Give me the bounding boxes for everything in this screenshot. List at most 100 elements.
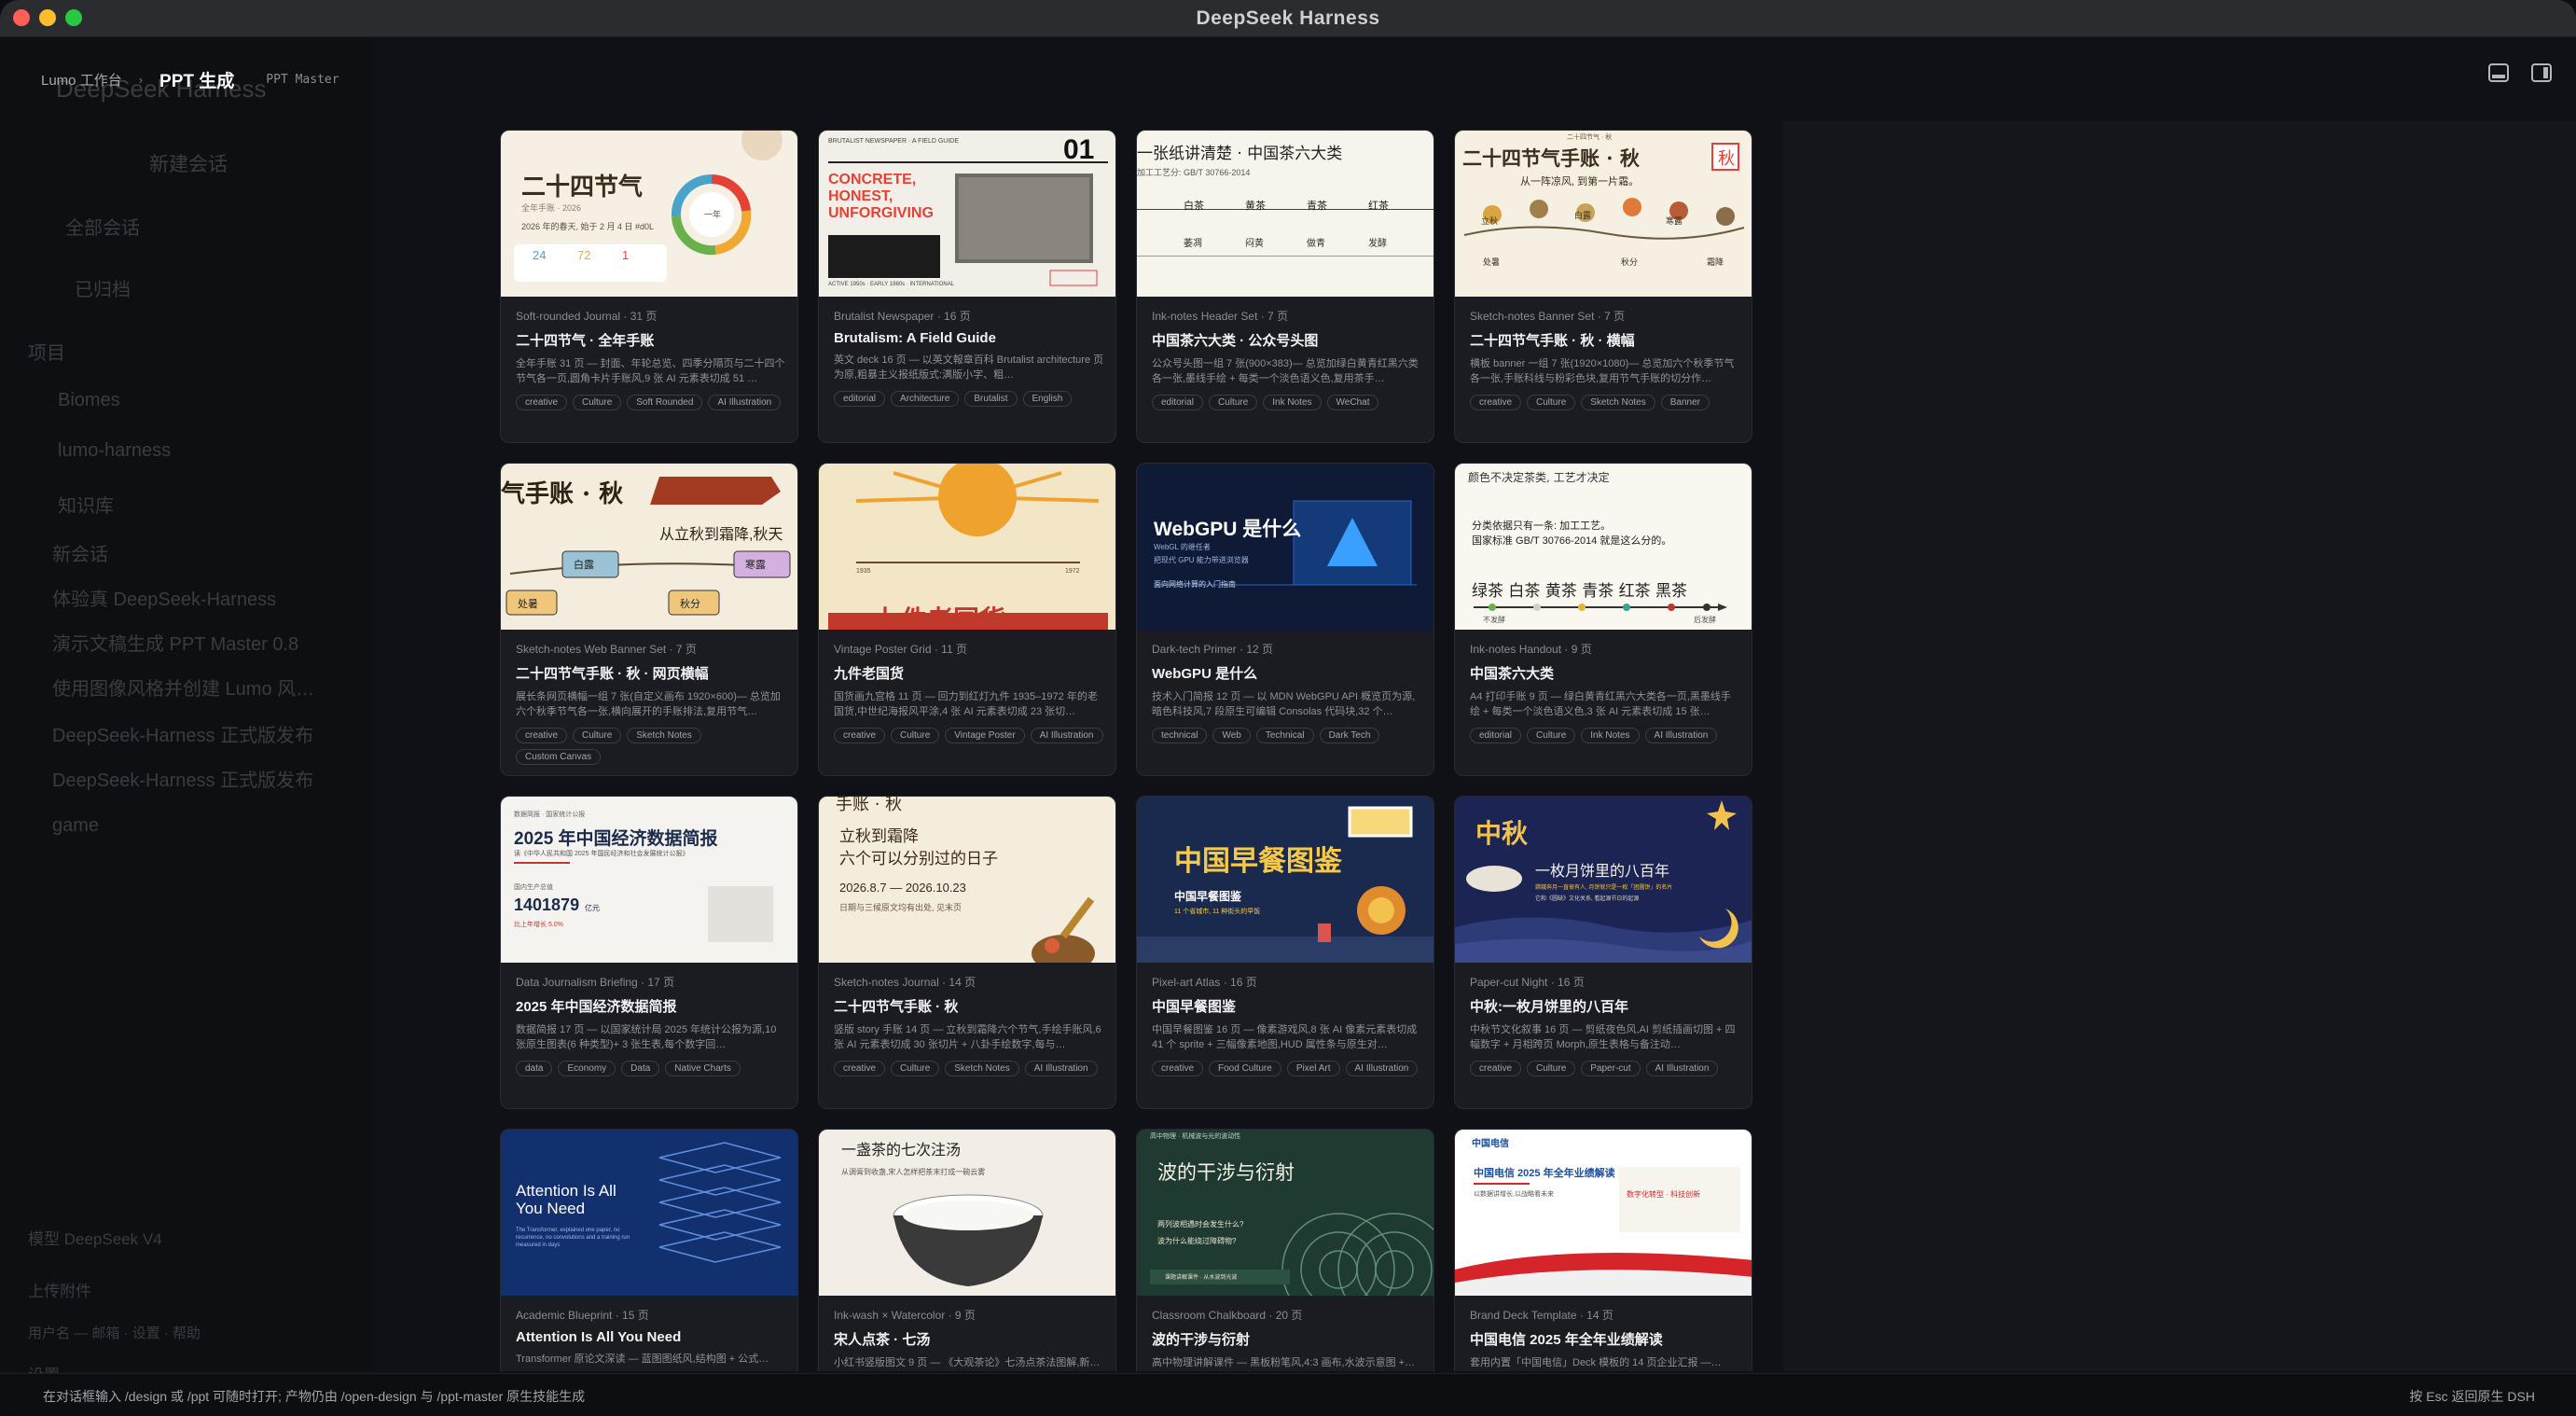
card-thumbnail: 中国早餐图鉴 中国早餐图鉴 11 个省城市, 11 种街头的早饭: [1137, 797, 1433, 963]
zoom-window-button[interactable]: [65, 9, 82, 26]
template-card[interactable]: 颜色不决定茶类, 工艺才决定 分类依据只有一条: 加工工艺。 国家标准 GB/T…: [1454, 463, 1752, 776]
card-title: 宋人点茶 · 七汤: [834, 1332, 931, 1348]
card-description: 高中物理讲解课件 — 黑板粉笔风,4:3 画布,水波示意图 +…: [1152, 1357, 1416, 1368]
card-tag: Architecture: [891, 391, 960, 407]
background-right-panel: [1783, 121, 2576, 1371]
thumb-cell: 萎凋: [1184, 239, 1202, 249]
card-subtitle: Sketch-notes Banner Set · 7 页: [1470, 310, 1626, 323]
card-tag: Economy: [558, 1061, 616, 1076]
card-thumbnail: Attention Is All You Need The Transforme…: [501, 1130, 797, 1296]
card-subtitle: Ink-notes Handout · 9 页: [1470, 643, 1592, 656]
template-card[interactable]: 高中物理 · 机械波与光的波动性 波的干涉与衍射 两列波相遇时会发生什么? 波为…: [1136, 1129, 1434, 1371]
status-bar: 在对话框输入 /design 或 /ppt 可随时打开; 产物仍由 /open-…: [0, 1373, 2576, 1416]
card-tag: Pixel Art: [1286, 1061, 1340, 1076]
thumb-line: 六个可以分别过的日子: [839, 850, 998, 868]
template-gallery: 二十四节气 全年手账 · 2026 2026 年的春天, 始于 2 月 4 日 …: [498, 129, 1753, 1371]
background-sidebar: [0, 37, 373, 1371]
card-thumbnail: 中秋 一枚月饼里的八百年 嫦娥奔月一直很有人, 月饼就只是一枚「团圆饼」的名片 …: [1455, 797, 1752, 963]
card-title: 中秋:一枚月饼里的八百年: [1470, 999, 1628, 1015]
card-subtitle: Ink-wash × Watercolor · 9 页: [834, 1309, 976, 1322]
card-description: 数据简报 17 页 — 以国家统计局 2025 年统计公报为源,10 张原生图表…: [516, 1024, 777, 1050]
card-title: Brutalism: A Field Guide: [834, 330, 996, 346]
app-window: DeepSeek Harness DeepSeek Harness 新建会话 全…: [0, 0, 2576, 1416]
card-description: 国货画九宫格 11 页 — 回力到红灯九件 1935–1972 年的老国货,中世…: [834, 691, 1098, 717]
card-tag: Culture: [1527, 395, 1576, 410]
card-tag: Web: [1212, 728, 1251, 743]
thumb-n1: 24: [533, 248, 547, 262]
title-bar: DeepSeek Harness: [0, 0, 2576, 37]
template-card[interactable]: 二十四节气 · 秋 二十四节气手账 · 秋 秋 从一阵凉风, 到第一片霜。 立秋…: [1454, 130, 1752, 443]
card-tag: Custom Canvas: [516, 749, 602, 765]
esc-hint[interactable]: 按 Esc 返回原生 DSH: [2409, 1387, 2535, 1406]
thumb-col: 青茶: [1307, 201, 1327, 212]
template-card[interactable]: WebGPU 是什么 WebGL 的继任者 把现代 GPU 能力带进浏览器 面向…: [1136, 463, 1434, 776]
thumb-kicker: BRUTALIST NEWSPAPER · A FIELD GUIDE: [828, 138, 960, 145]
thumb-sub: 全年手账 · 2026: [521, 203, 582, 213]
template-card[interactable]: 数据简报 · 国家统计公报 2025 年中国经济数据简报 读《中华人民共和国 2…: [500, 796, 798, 1109]
thumb-unit: 亿元: [585, 904, 600, 912]
breadcrumb-tag: PPT Master: [266, 73, 339, 87]
thumb-head: Attention Is All You Need: [516, 1182, 616, 1217]
template-card[interactable]: 一张纸讲清楚 · 中国茶六大类 加工工艺分: GB/T 30766-2014 白…: [1136, 130, 1434, 443]
card-tag: technical: [1152, 728, 1208, 743]
template-card[interactable]: 手账 · 秋 立秋到霜降 六个可以分别过的日子 2026.8.7 — 2026.…: [818, 796, 1116, 1109]
bg-item: 项目: [28, 343, 65, 364]
card-title: 中国茶六大类 · 公众号头图: [1152, 333, 1319, 349]
card-description: 全年手账 31 页 — 封面、年轮总览、四季分隔页与二十四个节气各一页,圆角卡片…: [516, 358, 785, 384]
card-tag: Culture: [1527, 728, 1576, 743]
card-tag: Culture: [1209, 395, 1258, 410]
right-panel-toggle-icon[interactable]: [2531, 63, 2552, 82]
template-card[interactable]: 一盏茶的七次注汤 从调膏到收盏,宋人怎样把茶末打成一碗云雾 Ink-wash ×…: [818, 1129, 1116, 1371]
template-card[interactable]: BRUTALIST NEWSPAPER · A FIELD GUIDE 01 C…: [818, 130, 1116, 443]
template-card[interactable]: 九件老国货 1935 1972 Vintage Poster Grid · 11…: [818, 463, 1116, 776]
thumb-item: 白露: [1574, 211, 1592, 220]
card-description: 中国早餐图鉴 16 页 — 像素游戏风,8 张 AI 像素元素表切成 41 个 …: [1152, 1024, 1418, 1050]
card-subtitle: Soft-rounded Journal · 31 页: [516, 310, 658, 323]
thumb-sub: 中国早餐图鉴: [1174, 890, 1242, 903]
card-tag: Culture: [1527, 1061, 1576, 1076]
card-description: 套用内置「中国电信」Deck 模板的 14 页企业汇报 —…: [1470, 1357, 1722, 1368]
close-window-button[interactable]: [13, 9, 30, 26]
thumb-ring: 一年: [704, 210, 722, 219]
card-description: 竖版 story 手账 14 页 — 立秋到霜降六个节气,手绘手账风,6 张 A…: [834, 1024, 1101, 1050]
thumb-top: 手账 · 秋: [836, 797, 903, 814]
thumb-sub: 读《中华人民共和国 2025 年国民经济和社会发展统计公报》: [514, 851, 689, 857]
thumb-head: 2025 年中国经济数据简报: [514, 829, 718, 849]
template-card[interactable]: 中国早餐图鉴 中国早餐图鉴 11 个省城市, 11 种街头的早饭 Pixel-a…: [1136, 796, 1434, 1109]
bottom-panel-toggle-icon[interactable]: [2488, 63, 2509, 82]
bg-footer: 用户名 — 邮箱 · 设置 · 帮助: [28, 1326, 201, 1341]
template-card[interactable]: Attention Is All You Need The Transforme…: [500, 1129, 798, 1371]
card-description: 中秋节文化叙事 16 页 — 剪纸夜色风,AI 剪纸插画切图 + 四幅数字 + …: [1470, 1024, 1736, 1050]
card-thumbnail: 一张纸讲清楚 · 中国茶六大类 加工工艺分: GB/T 30766-2014 白…: [1137, 131, 1433, 297]
template-card[interactable]: 中秋 一枚月饼里的八百年 嫦娥奔月一直很有人, 月饼就只是一枚「团圆饼」的名片 …: [1454, 796, 1752, 1109]
thumb-head: 气手账 · 秋: [501, 480, 624, 508]
card-thumbnail: BRUTALIST NEWSPAPER · A FIELD GUIDE 01 C…: [819, 131, 1115, 297]
card-thumbnail: 一盏茶的七次注汤 从调膏到收盏,宋人怎样把茶末打成一碗云雾: [819, 1130, 1115, 1296]
template-card[interactable]: 中国电信 中国电信 2025 年全年业绩解读 以数据讲增长,以战略看未来 数字化…: [1454, 1129, 1752, 1371]
card-tag: Native Charts: [665, 1061, 741, 1076]
thumb-n3: 1: [622, 248, 630, 262]
template-card[interactable]: 二十四节气 全年手账 · 2026 2026 年的春天, 始于 2 月 4 日 …: [500, 130, 798, 443]
thumb-stamp: 秋: [1718, 149, 1735, 168]
bg-item: DeepSeek-Harness 正式版发布: [52, 726, 314, 746]
thumb-sub: 把现代 GPU 能力带进浏览器: [1154, 556, 1249, 564]
thumb-teas: 绿茶 白茶 黄茶 青茶 红茶 黑茶: [1472, 582, 1688, 601]
card-title: Attention Is All You Need: [516, 1329, 682, 1345]
card-subtitle: Sketch-notes Journal · 14 页: [834, 976, 976, 989]
thumb-item: 霜降: [1707, 257, 1724, 267]
card-description: 横板 banner 一组 7 张(1920×1080)— 总览加六个秋季节气各一…: [1470, 358, 1735, 384]
card-description: 小红书竖版图文 9 页 — 《大观茶论》七汤点茶法图解,新…: [834, 1357, 1101, 1368]
thumb-line: 它和《圆缺》文化关系, 看起源节日的起源: [1535, 896, 1640, 902]
card-description: A4 打印手账 9 页 — 绿白黄青红黑六大类各一页,黑墨线手绘 + 每类一个淡…: [1470, 691, 1731, 717]
card-subtitle: Vintage Poster Grid · 11 页: [834, 643, 967, 656]
bg-new-session: 新建会话: [149, 154, 228, 175]
minimize-window-button[interactable]: [39, 9, 56, 26]
thumb-item: 处暑: [1483, 257, 1501, 267]
breadcrumb-workspace[interactable]: Lumo 工作台: [41, 70, 122, 90]
card-title: 二十四节气手账 · 秋 · 网页横幅: [516, 666, 709, 682]
card-title: 二十四节气手账 · 秋 · 横幅: [1470, 333, 1635, 349]
thumb-sub: WebGL 的继任者: [1154, 543, 1211, 551]
bg-item: Biomes: [58, 390, 120, 410]
template-card[interactable]: 气手账 · 秋 从立秋到霜降,秋天 白露 寒露 处暑 秋分 Sketch-not…: [500, 463, 798, 776]
card-tag: Dark Tech: [1319, 728, 1380, 743]
